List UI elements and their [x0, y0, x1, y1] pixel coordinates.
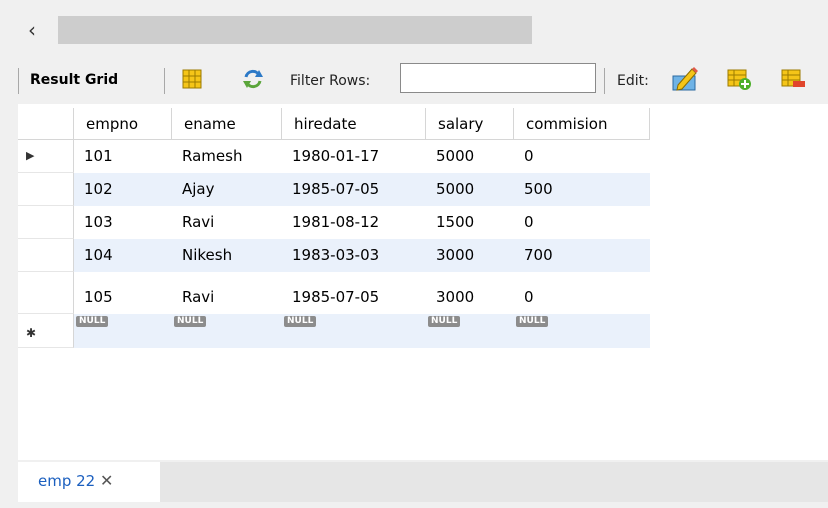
close-tab-icon[interactable]: ✕	[100, 471, 113, 490]
cell-salary[interactable]: 1500	[426, 206, 474, 239]
cell-salary[interactable]: 3000	[426, 239, 474, 272]
column-header-salary[interactable]: salary	[426, 108, 514, 140]
cell-empno[interactable]: 105	[74, 272, 113, 314]
new-row-marker: ✱	[26, 326, 37, 340]
scroll-left-button[interactable]: ‹	[16, 18, 48, 44]
edit-label: Edit:	[617, 73, 649, 89]
cell-ename[interactable]: Ajay	[172, 173, 215, 206]
cell-salary[interactable]: NULL	[426, 314, 461, 347]
toolbar-separator	[18, 68, 19, 94]
column-header-commision[interactable]: commision	[514, 108, 650, 140]
toolbar-separator	[604, 68, 605, 94]
delete-row-icon[interactable]	[780, 66, 806, 92]
table-row[interactable]: ▶ 101 Ramesh 1980-01-17 5000 0	[18, 140, 650, 173]
cell-hiredate[interactable]: NULL	[282, 314, 317, 347]
filter-rows-input[interactable]	[400, 63, 596, 93]
table-row[interactable]: 102 Ajay 1985-07-05 5000 500	[18, 173, 650, 206]
row-indicator[interactable]	[18, 206, 74, 239]
cell-empno[interactable]: 101	[74, 140, 113, 173]
cell-empno[interactable]: 103	[74, 206, 113, 239]
cell-commision[interactable]: 0	[514, 206, 534, 239]
row-indicator[interactable]	[18, 173, 74, 206]
row-indicator[interactable]	[18, 239, 74, 272]
column-header-ename[interactable]: ename	[172, 108, 282, 140]
cell-hiredate[interactable]: 1985-07-05	[282, 272, 379, 314]
cell-empno[interactable]: 102	[74, 173, 113, 206]
cell-ename[interactable]: NULL	[172, 314, 207, 347]
toolbar-separator	[164, 68, 165, 94]
cell-hiredate[interactable]: 1985-07-05	[282, 173, 379, 206]
edit-pencil-icon[interactable]	[670, 64, 700, 94]
refresh-icon[interactable]	[240, 66, 266, 92]
cell-salary[interactable]: 5000	[426, 173, 474, 206]
cell-ename[interactable]: Ravi	[172, 272, 214, 314]
current-row-marker: ▶	[26, 149, 35, 162]
cell-ename[interactable]: Nikesh	[172, 239, 232, 272]
null-badge: NULL	[516, 316, 549, 327]
cell-hiredate[interactable]: 1981-08-12	[282, 206, 379, 239]
row-indicator[interactable]: ▶	[18, 140, 74, 173]
cell-commision[interactable]: 500	[514, 173, 553, 206]
cell-ename[interactable]: Ravi	[172, 206, 214, 239]
filter-rows-label: Filter Rows:	[290, 73, 371, 89]
table-row[interactable]: 103 Ravi 1981-08-12 1500 0	[18, 206, 650, 239]
cell-hiredate[interactable]: 1983-03-03	[282, 239, 379, 272]
row-indicator[interactable]	[18, 272, 74, 314]
cell-salary[interactable]: 5000	[426, 140, 474, 173]
row-selector-header[interactable]	[18, 108, 74, 140]
row-indicator[interactable]: ✱	[18, 314, 74, 348]
column-header-empno[interactable]: empno	[74, 108, 172, 140]
cell-commision[interactable]: NULL	[514, 314, 549, 347]
cell-salary[interactable]: 3000	[426, 272, 474, 314]
result-tab-label[interactable]: emp 22	[38, 472, 95, 490]
cell-commision[interactable]: 0	[514, 272, 534, 314]
cell-hiredate[interactable]: 1980-01-17	[282, 140, 379, 173]
new-row[interactable]: ✱ NULL NULL NULL NULL NULL	[18, 314, 650, 348]
table-row[interactable]: 104 Nikesh 1983-03-03 3000 700	[18, 239, 650, 272]
cell-commision[interactable]: 0	[514, 140, 534, 173]
null-badge: NULL	[428, 316, 461, 327]
table-row[interactable]: 105 Ravi 1985-07-05 3000 0	[18, 272, 650, 314]
grid-view-icon[interactable]	[180, 67, 204, 91]
null-badge: NULL	[174, 316, 207, 327]
horizontal-scrollbar[interactable]	[58, 16, 532, 44]
result-grid-tab[interactable]: Result Grid	[30, 72, 118, 88]
cell-commision[interactable]: 700	[514, 239, 553, 272]
column-header-hiredate[interactable]: hiredate	[282, 108, 426, 140]
cell-empno[interactable]: NULL	[74, 314, 109, 347]
add-row-icon[interactable]	[726, 66, 752, 92]
cell-ename[interactable]: Ramesh	[172, 140, 242, 173]
null-badge: NULL	[76, 316, 109, 327]
null-badge: NULL	[284, 316, 317, 327]
cell-empno[interactable]: 104	[74, 239, 113, 272]
